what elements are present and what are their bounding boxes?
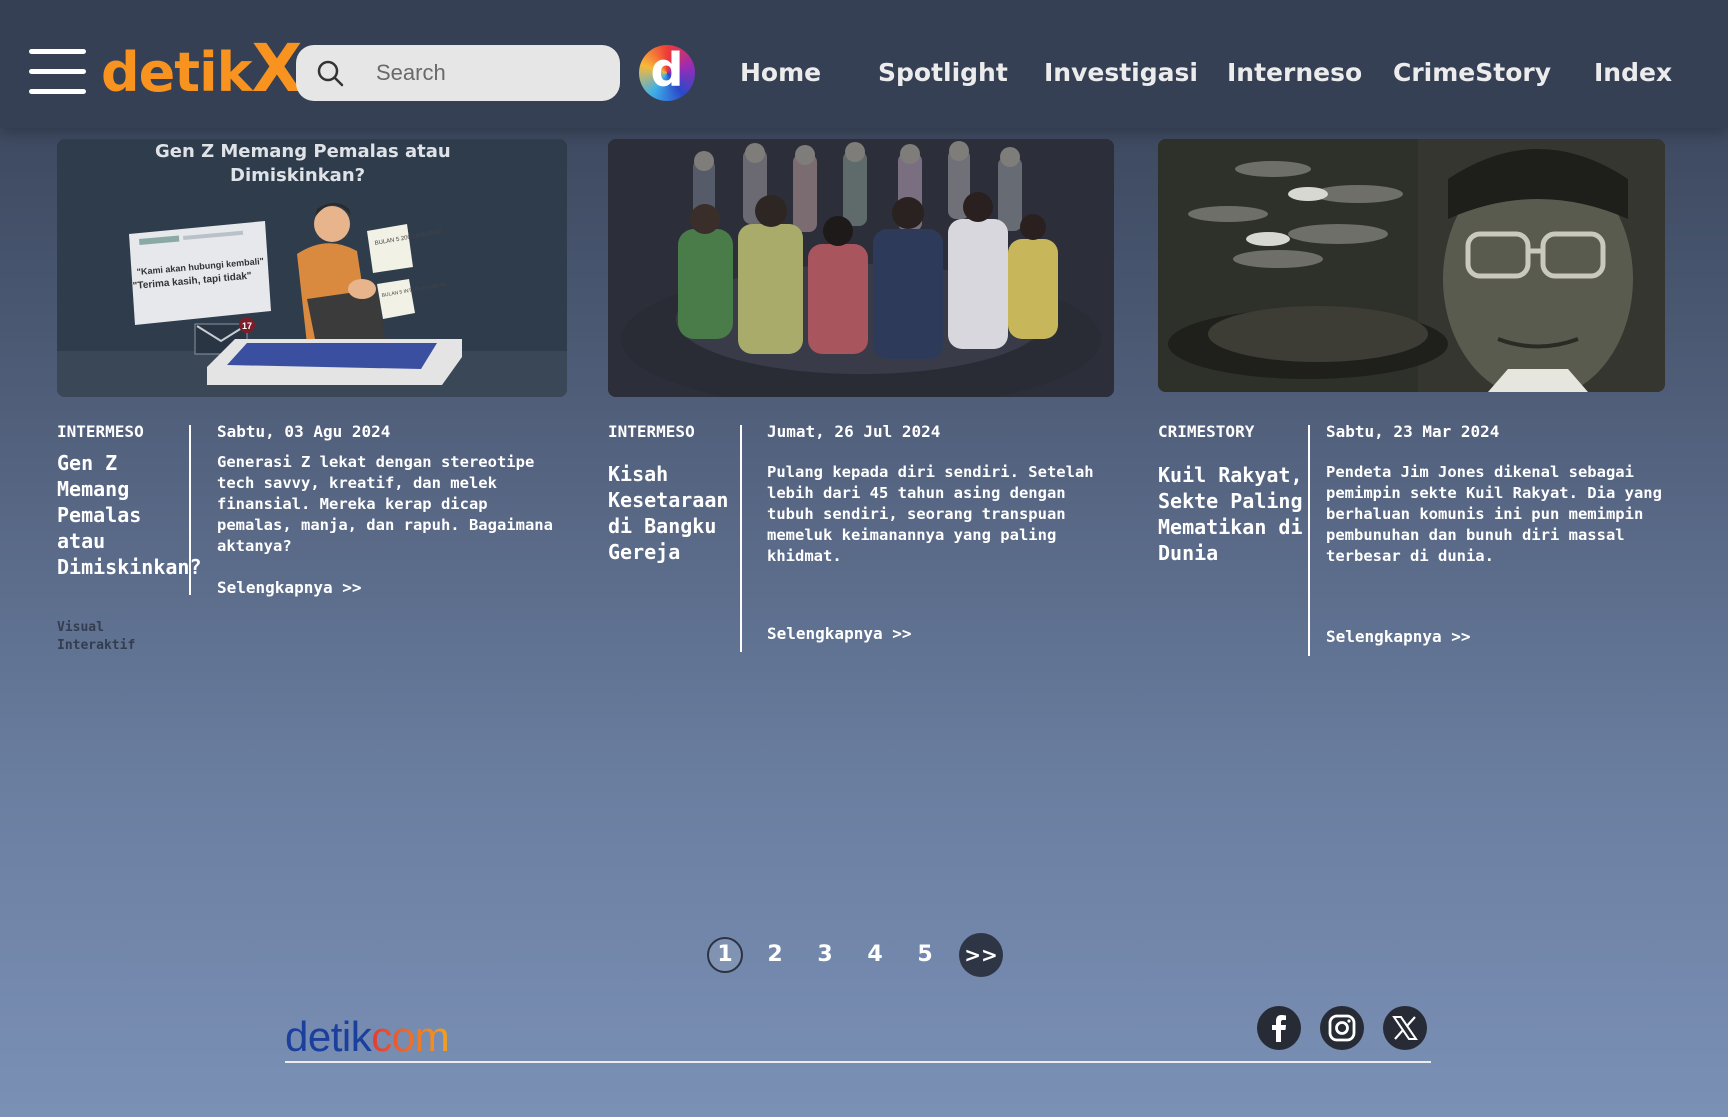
article-1-category[interactable]: INTERMESO	[57, 422, 144, 441]
x-icon[interactable]	[1383, 1006, 1427, 1050]
article-3-date: Sabtu, 23 Mar 2024	[1326, 422, 1500, 441]
image-badge: 17	[242, 321, 252, 331]
footer-logo-com: com	[371, 1013, 450, 1060]
church-illustration	[608, 139, 1114, 397]
logo-text: detik	[101, 41, 253, 104]
facebook-icon[interactable]	[1257, 1006, 1301, 1050]
detikcom-logo[interactable]: detikcom	[285, 1012, 450, 1062]
article-1-read-more[interactable]: Selengkapnya >>	[217, 578, 362, 597]
nav-crimestory[interactable]: CrimeStory	[1393, 55, 1551, 91]
article-3-read-more[interactable]: Selengkapnya >>	[1326, 627, 1471, 646]
search-input[interactable]	[376, 55, 596, 91]
article-1-title[interactable]: Gen Z Memang Pemalas atau Dimiskinkan?	[57, 450, 202, 580]
nav-home[interactable]: Home	[740, 55, 821, 91]
article-image-jim-jones[interactable]	[1158, 139, 1665, 392]
article-2-description: Pulang kepada diri sendiri. Setelah lebi…	[767, 463, 1094, 565]
next-page-button[interactable]: >>	[959, 933, 1003, 977]
menu-icon[interactable]	[29, 49, 86, 95]
article-1-divider	[189, 425, 191, 595]
nav-interneso[interactable]: Interneso	[1227, 55, 1362, 91]
article-image-church[interactable]	[608, 139, 1114, 397]
page-5[interactable]: 5	[907, 937, 943, 973]
search-box[interactable]	[296, 45, 620, 101]
article-2-category[interactable]: INTERMESO	[608, 422, 695, 441]
jim-jones-illustration	[1158, 139, 1665, 392]
detikx-logo[interactable]: detikX	[101, 34, 302, 105]
footer-logo-detik: detik	[285, 1013, 372, 1060]
instagram-icon[interactable]	[1320, 1006, 1364, 1050]
gen-z-illustration: "Kami akan hubungi kembali" "Terima kasi…	[57, 139, 567, 397]
page-2[interactable]: 2	[757, 937, 793, 973]
article-3-description: Pendeta Jim Jones dikenal sebagai pemimp…	[1326, 463, 1662, 565]
nav-spotlight[interactable]: Spotlight	[878, 55, 1008, 91]
top-navigation-bar: detikX d Home Spotlight Investigasi Inte…	[0, 0, 1728, 128]
article-2-read-more[interactable]: Selengkapnya >>	[767, 624, 912, 643]
article-3-category[interactable]: CRIMESTORY	[1158, 422, 1254, 441]
article-3-title[interactable]: Kuil Rakyat, Sekte Paling Mematikan di D…	[1158, 462, 1303, 566]
logo-x: X	[251, 30, 303, 107]
nav-index[interactable]: Index	[1594, 55, 1672, 91]
page-3[interactable]: 3	[807, 937, 843, 973]
nav-investigasi[interactable]: Investigasi	[1044, 55, 1198, 91]
article-2-title[interactable]: Kisah Kesetaraan di Bangku Gereja	[608, 461, 733, 565]
article-image-gen-z[interactable]: "Kami akan hubungi kembali" "Terima kasi…	[57, 139, 567, 397]
article-1-description: Generasi Z lekat dengan stereotipe tech …	[217, 453, 553, 555]
detik-app-icon[interactable]: d	[639, 45, 695, 101]
search-icon	[317, 60, 344, 87]
page-1[interactable]: 1	[707, 937, 743, 973]
article-2-date: Jumat, 26 Jul 2024	[767, 422, 941, 441]
article-2-divider	[740, 425, 742, 652]
detik-app-letter: d	[650, 43, 684, 97]
article-1-tag: Visual Interaktif	[57, 620, 136, 653]
footer-divider	[285, 1061, 1431, 1063]
page-4[interactable]: 4	[857, 937, 893, 973]
article-1-date: Sabtu, 03 Agu 2024	[217, 422, 391, 441]
article-3-divider	[1308, 425, 1310, 656]
